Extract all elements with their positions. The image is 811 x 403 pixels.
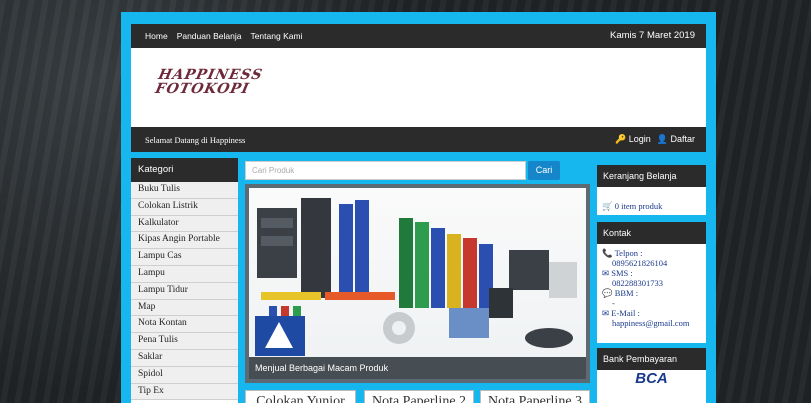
top-navigation: Home Panduan Belanja Tentang Kami Kamis … — [131, 24, 706, 48]
email-link[interactable]: happiness@gmail.com — [602, 318, 701, 328]
user-icon: 👤 — [656, 134, 668, 144]
key-icon: 🔑 — [614, 134, 627, 144]
category-item[interactable]: Kalkulator — [131, 215, 238, 233]
category-item[interactable]: Map — [131, 299, 238, 317]
product-card[interactable]: Nota Paperline 2 — [364, 390, 474, 403]
search-input[interactable]: Cari Produk — [245, 161, 526, 180]
category-title: Kategori — [131, 158, 238, 182]
cart-box: Keranjang Belanja 🛒 0 item produk — [597, 165, 706, 215]
mail-icon: ✉ — [602, 268, 610, 278]
category-item[interactable]: Saklar — [131, 349, 238, 367]
search-button[interactable]: Cari — [528, 161, 560, 180]
cart-summary[interactable]: 🛒 0 item produk — [597, 187, 706, 215]
chat-icon: 💬 — [602, 288, 613, 298]
category-item[interactable]: Lampu Tidur — [131, 282, 238, 300]
category-item[interactable]: Lampu — [131, 265, 238, 283]
contact-title: Kontak — [597, 222, 706, 244]
bca-logo: BCA — [635, 370, 668, 387]
nav-panduan-belanja[interactable]: Panduan Belanja — [177, 31, 242, 41]
category-item[interactable]: Buku Tulis — [131, 182, 238, 199]
contact-box: Kontak 📞 Telpon : 0895621826104 ✉ SMS : … — [597, 222, 706, 343]
nav-tentang-kami[interactable]: Tentang Kami — [250, 31, 302, 41]
product-banner[interactable]: Menjual Berbagai Macam Produk — [245, 184, 590, 383]
current-date: Kamis 7 Maret 2019 — [609, 30, 695, 41]
category-item[interactable]: Tip Ex — [131, 383, 238, 401]
category-item[interactable]: Lampu Cas — [131, 249, 238, 266]
product-card[interactable]: Colokan Yunior — [245, 390, 356, 403]
nav-home[interactable]: Home — [145, 31, 168, 41]
bank-box: Bank Pembayaran BCA — [597, 348, 706, 403]
welcome-bar: Selamat Datang di Happiness 🔑 Login 👤 Da… — [131, 127, 706, 152]
category-item[interactable]: Colokan Listrik — [131, 198, 238, 216]
category-item[interactable]: Nota Kontan — [131, 316, 238, 334]
site-header: HAPPINESS FOTOKOPI — [131, 48, 706, 127]
envelope-icon: ✉ — [602, 308, 610, 318]
page-frame: Home Panduan Belanja Tentang Kami Kamis … — [121, 12, 716, 403]
category-panel: Kategori Buku Tulis Colokan Listrik Kalkul… — [131, 158, 238, 403]
phone-icon: 📞 — [602, 248, 613, 258]
welcome-text: Selamat Datang di Happiness — [145, 135, 246, 145]
register-link[interactable]: 👤 Daftar — [657, 134, 695, 145]
contact-details: 📞 Telpon : 0895621826104 ✉ SMS : 0822883… — [597, 244, 706, 332]
cart-title: Keranjang Belanja — [597, 165, 706, 187]
banner-caption: Menjual Berbagai Macam Produk — [249, 357, 586, 379]
cart-icon: 🛒 — [602, 201, 613, 211]
office-supplies-illustration — [255, 198, 577, 356]
category-item[interactable]: Kipas Angin Portable — [131, 232, 238, 250]
category-item[interactable]: Pena Tulis — [131, 333, 238, 350]
bank-title: Bank Pembayaran — [597, 348, 706, 370]
product-card[interactable]: Nota Paperline 3 — [480, 390, 590, 403]
login-link[interactable]: 🔑 Login — [615, 134, 651, 145]
site-logo[interactable]: HAPPINESS FOTOKOPI — [154, 67, 264, 97]
category-item[interactable]: Spidol — [131, 366, 238, 384]
banner-image: Menjual Berbagai Macam Produk — [249, 188, 586, 379]
